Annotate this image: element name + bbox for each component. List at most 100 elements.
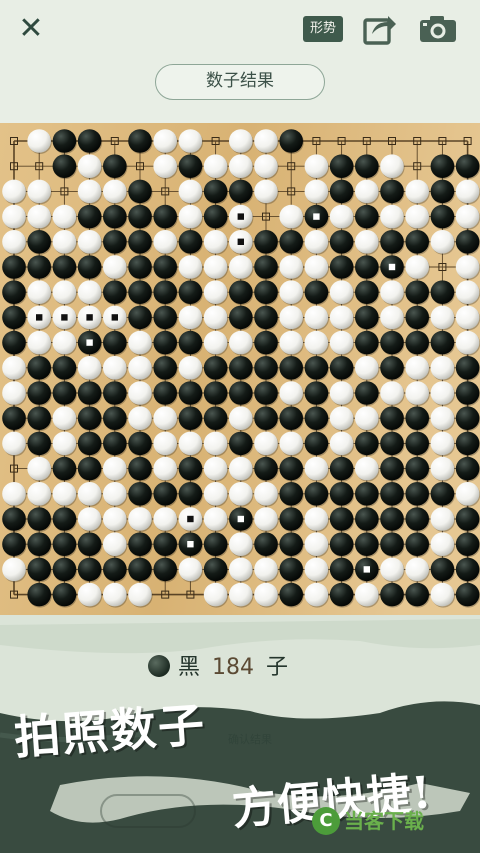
black-stone[interactable] — [304, 356, 329, 380]
white-stone[interactable] — [229, 456, 253, 481]
black-stone[interactable] — [254, 330, 278, 355]
white-stone[interactable] — [430, 356, 455, 380]
black-stone[interactable] — [77, 532, 102, 556]
go-board[interactable] — [0, 123, 480, 615]
black-stone[interactable] — [203, 406, 228, 431]
white-stone[interactable] — [153, 431, 177, 456]
white-stone[interactable] — [405, 381, 430, 405]
white-stone[interactable] — [329, 431, 354, 456]
black-stone[interactable] — [254, 406, 278, 431]
white-stone[interactable] — [178, 557, 203, 582]
white-stone[interactable] — [229, 406, 253, 431]
black-stone[interactable] — [2, 255, 26, 279]
white-stone[interactable] — [178, 356, 203, 380]
camera-icon[interactable] — [418, 14, 458, 44]
white-stone[interactable] — [27, 330, 51, 355]
white-stone[interactable] — [279, 381, 304, 405]
white-stone[interactable] — [355, 230, 379, 254]
black-stone[interactable] — [203, 532, 228, 556]
black-stone[interactable] — [128, 456, 152, 481]
white-stone[interactable] — [2, 482, 26, 506]
black-stone[interactable] — [430, 204, 455, 229]
black-stone[interactable] — [329, 230, 354, 254]
black-stone[interactable] — [52, 381, 77, 405]
black-stone[interactable] — [279, 507, 304, 531]
white-stone[interactable] — [355, 406, 379, 431]
white-stone[interactable] — [254, 154, 278, 178]
black-stone[interactable] — [27, 507, 51, 531]
white-stone[interactable] — [153, 507, 177, 531]
black-stone[interactable] — [128, 204, 152, 229]
white-stone[interactable] — [52, 431, 77, 456]
white-stone[interactable] — [229, 154, 253, 178]
black-stone[interactable] — [203, 204, 228, 229]
black-stone[interactable] — [178, 280, 203, 304]
black-stone[interactable] — [52, 456, 77, 481]
black-stone[interactable] — [279, 456, 304, 481]
white-stone[interactable] — [254, 179, 278, 204]
white-stone[interactable] — [455, 305, 480, 330]
black-stone[interactable] — [430, 154, 455, 178]
black-stone[interactable] — [77, 255, 102, 279]
black-stone[interactable] — [355, 482, 379, 506]
black-stone[interactable] — [52, 582, 77, 607]
white-stone[interactable] — [304, 582, 329, 607]
black-stone[interactable] — [329, 482, 354, 506]
white-stone[interactable] — [77, 230, 102, 254]
black-stone[interactable] — [128, 305, 152, 330]
black-stone[interactable] — [304, 381, 329, 405]
black-stone[interactable] — [329, 154, 354, 178]
white-stone[interactable] — [380, 280, 404, 304]
black-stone[interactable] — [380, 456, 404, 481]
white-stone[interactable] — [229, 582, 253, 607]
white-stone[interactable] — [355, 356, 379, 380]
black-stone[interactable] — [304, 482, 329, 506]
black-stone[interactable] — [304, 406, 329, 431]
black-stone[interactable] — [455, 381, 480, 405]
white-stone[interactable] — [2, 356, 26, 380]
white-stone[interactable] — [27, 482, 51, 506]
black-stone[interactable] — [279, 356, 304, 380]
black-stone[interactable] — [405, 280, 430, 304]
black-stone[interactable] — [52, 507, 77, 531]
black-stone[interactable] — [178, 406, 203, 431]
black-stone[interactable] — [153, 255, 177, 279]
white-stone[interactable] — [27, 456, 51, 481]
black-stone[interactable] — [229, 179, 253, 204]
black-stone[interactable] — [27, 230, 51, 254]
white-stone[interactable] — [279, 305, 304, 330]
black-stone[interactable] — [128, 482, 152, 506]
black-stone[interactable] — [229, 431, 253, 456]
black-stone[interactable] — [430, 179, 455, 204]
black-stone[interactable] — [178, 381, 203, 405]
white-stone[interactable] — [103, 255, 127, 279]
white-stone[interactable] — [2, 381, 26, 405]
black-stone[interactable] — [455, 582, 480, 607]
black-stone[interactable] — [254, 356, 278, 380]
white-stone[interactable] — [254, 582, 278, 607]
black-stone[interactable] — [329, 356, 354, 380]
black-stone[interactable] — [355, 381, 379, 405]
white-stone[interactable] — [203, 330, 228, 355]
white-stone[interactable] — [329, 406, 354, 431]
black-stone[interactable] — [52, 154, 77, 178]
black-stone[interactable] — [304, 280, 329, 304]
white-stone[interactable] — [27, 179, 51, 204]
share-icon[interactable] — [362, 12, 398, 46]
black-stone[interactable] — [405, 230, 430, 254]
white-stone[interactable] — [178, 431, 203, 456]
black-stone[interactable] — [2, 406, 26, 431]
black-stone[interactable] — [279, 406, 304, 431]
white-stone[interactable] — [153, 154, 177, 178]
white-stone[interactable] — [153, 129, 177, 153]
white-stone[interactable] — [430, 532, 455, 556]
black-stone[interactable] — [430, 280, 455, 304]
white-stone[interactable] — [153, 406, 177, 431]
black-stone[interactable] — [203, 356, 228, 380]
white-stone[interactable] — [2, 431, 26, 456]
black-stone[interactable] — [128, 557, 152, 582]
black-stone[interactable] — [77, 129, 102, 153]
black-stone[interactable] — [254, 456, 278, 481]
white-stone[interactable] — [77, 280, 102, 304]
black-stone[interactable] — [279, 129, 304, 153]
